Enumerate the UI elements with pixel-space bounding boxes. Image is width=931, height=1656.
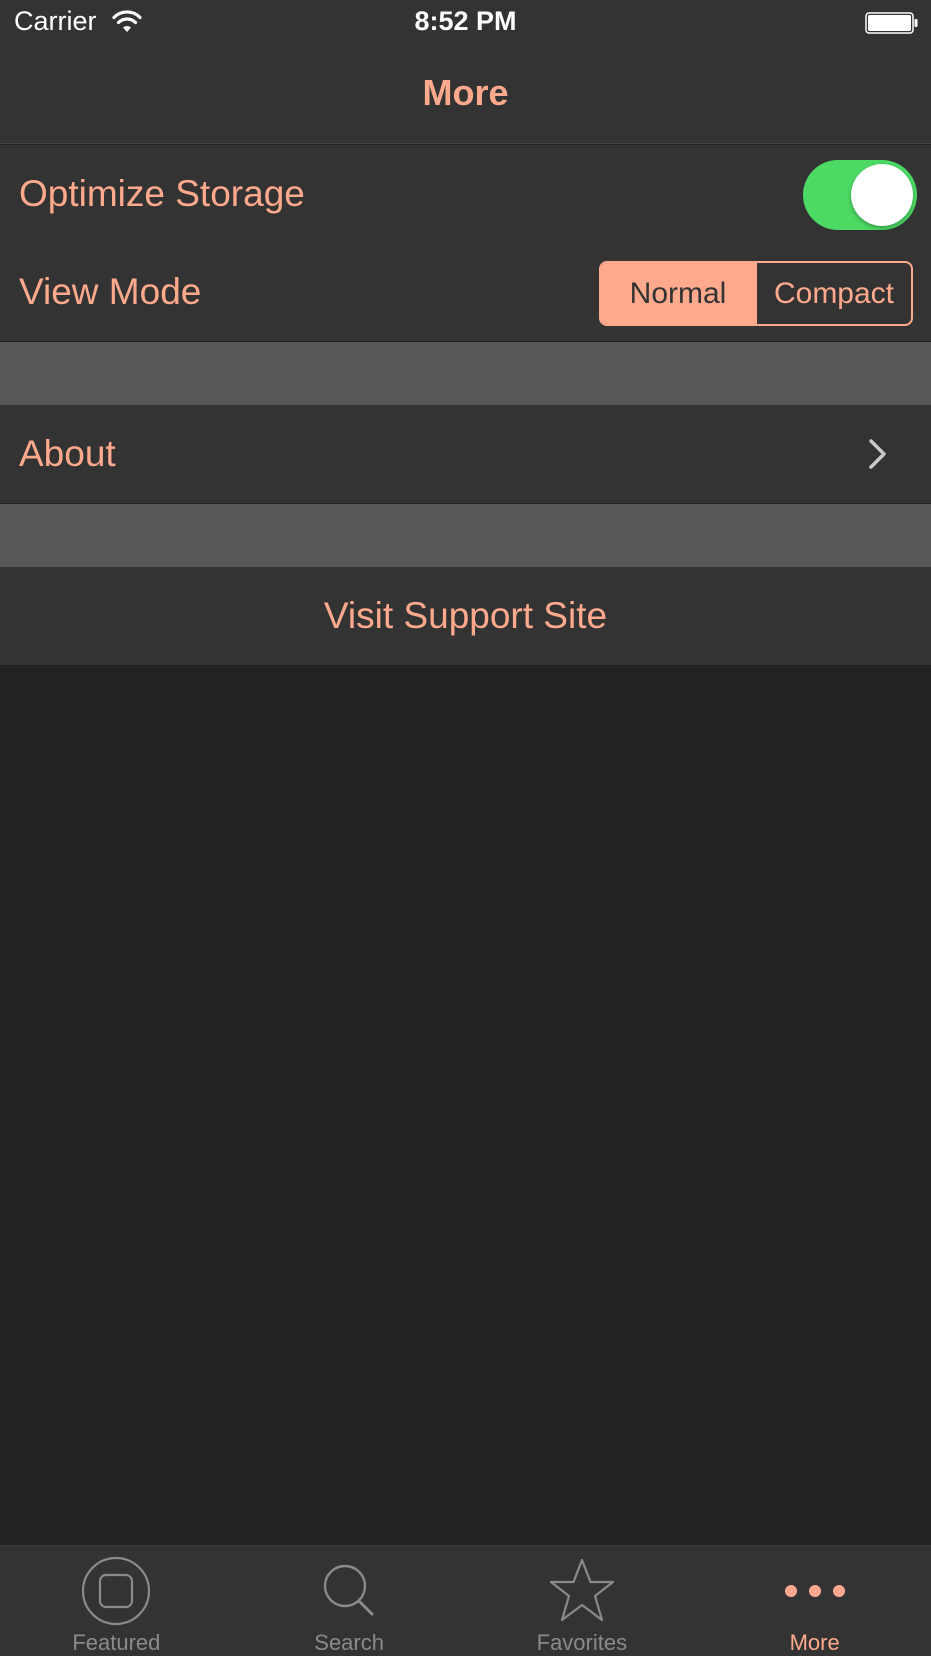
view-mode-label: View Mode bbox=[19, 271, 202, 312]
status-bar: Carrier 8:52 PM bbox=[0, 0, 931, 46]
battery-icon bbox=[865, 12, 919, 34]
view-mode-compact-segment[interactable]: Compact bbox=[757, 263, 911, 324]
status-time: 8:52 PM bbox=[414, 6, 517, 36]
optimize-storage-toggle[interactable] bbox=[803, 160, 917, 230]
chevron-right-icon bbox=[867, 437, 889, 471]
about-label: About bbox=[19, 433, 116, 474]
toggle-knob bbox=[851, 164, 913, 226]
about-row[interactable]: About bbox=[0, 405, 931, 503]
tab-more[interactable]: More bbox=[698, 1546, 931, 1656]
view-mode-normal-segment[interactable]: Normal bbox=[601, 263, 757, 324]
tab-bar: Featured Search Favorites More bbox=[0, 1545, 931, 1656]
view-mode-row: View Mode Normal Compact bbox=[0, 243, 931, 341]
optimize-storage-row: Optimize Storage bbox=[0, 145, 931, 243]
visit-support-site-button[interactable]: Visit Support Site bbox=[0, 595, 931, 637]
tab-more-label: More bbox=[789, 1630, 840, 1655]
tab-favorites[interactable]: Favorites bbox=[466, 1546, 699, 1656]
optimize-storage-label: Optimize Storage bbox=[19, 173, 305, 214]
featured-icon bbox=[79, 1554, 153, 1628]
visit-support-site-row[interactable]: Visit Support Site bbox=[0, 567, 931, 665]
tab-featured-label: Featured bbox=[72, 1630, 161, 1655]
view-mode-segmented-control: Normal Compact bbox=[599, 261, 913, 326]
tab-favorites-label: Favorites bbox=[536, 1630, 628, 1655]
star-icon bbox=[545, 1554, 619, 1628]
tab-featured[interactable]: Featured bbox=[0, 1546, 233, 1656]
search-icon bbox=[312, 1554, 386, 1628]
more-icon bbox=[778, 1554, 852, 1628]
section-separator bbox=[0, 504, 931, 567]
section-separator bbox=[0, 342, 931, 405]
tab-search-label: Search bbox=[314, 1630, 384, 1655]
page-title: More bbox=[422, 72, 509, 113]
tab-search[interactable]: Search bbox=[233, 1546, 466, 1656]
navigation-bar: More bbox=[0, 46, 931, 144]
